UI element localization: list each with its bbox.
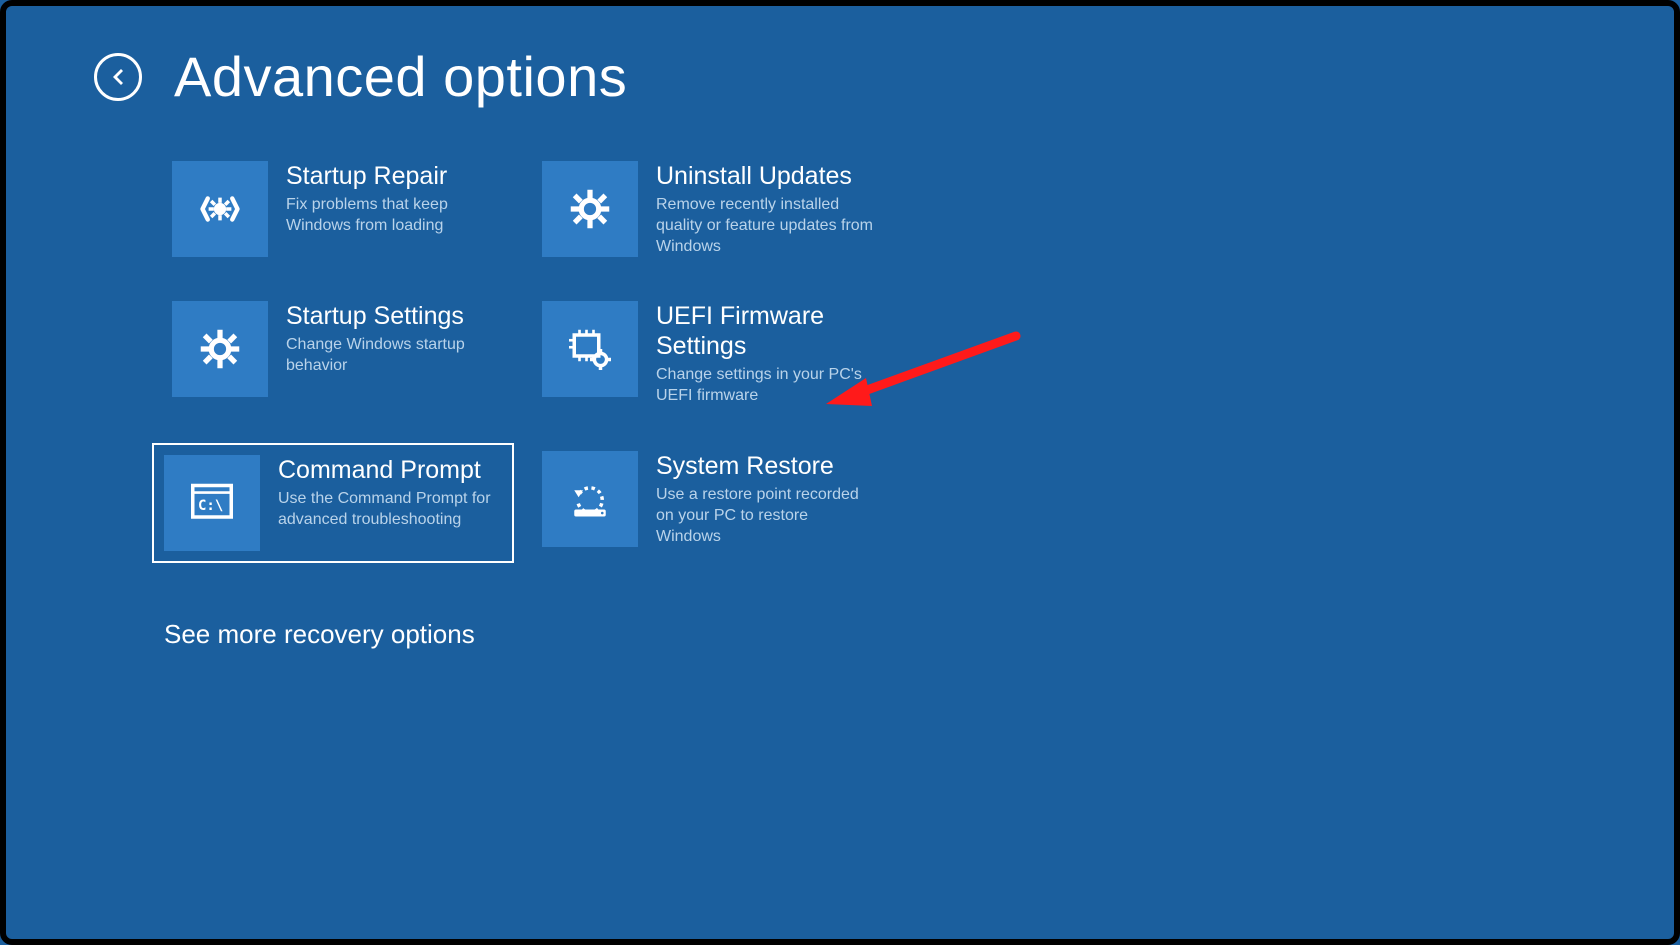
- tile-title: Uninstall Updates: [656, 161, 876, 191]
- back-button[interactable]: [94, 53, 142, 101]
- tile-desc: Change settings in your PC's UEFI firmwa…: [656, 365, 876, 407]
- svg-text:C:\: C:\: [198, 498, 223, 514]
- tile-desc: Change Windows startup behavior: [286, 335, 506, 377]
- option-command-prompt[interactable]: C:\ Command Prompt Use the Command Promp…: [152, 443, 514, 563]
- tile-title: Command Prompt: [278, 455, 498, 485]
- gear-icon: [172, 301, 268, 397]
- tile-desc: Use the Command Prompt for advanced trou…: [278, 489, 498, 531]
- options-grid: Startup Repair Fix problems that keep Wi…: [164, 153, 1674, 563]
- tile-text: Startup Repair Fix problems that keep Wi…: [286, 161, 506, 237]
- system-restore-icon: [542, 451, 638, 547]
- options-area: Startup Repair Fix problems that keep Wi…: [6, 109, 1674, 650]
- chip-gear-icon: [542, 301, 638, 397]
- page-title: Advanced options: [174, 44, 627, 109]
- option-startup-settings[interactable]: Startup Settings Change Windows startup …: [164, 293, 514, 415]
- tile-title: Startup Repair: [286, 161, 506, 191]
- header: Advanced options: [6, 6, 1674, 109]
- option-uninstall-updates[interactable]: Uninstall Updates Remove recently instal…: [534, 153, 884, 265]
- tile-text: System Restore Use a restore point recor…: [656, 451, 876, 547]
- gear-icon: [542, 161, 638, 257]
- tile-title: UEFI Firmware Settings: [656, 301, 876, 361]
- tile-text: Command Prompt Use the Command Prompt fo…: [278, 455, 498, 531]
- arrow-left-icon: [106, 65, 130, 89]
- option-startup-repair[interactable]: Startup Repair Fix problems that keep Wi…: [164, 153, 514, 265]
- option-uefi-firmware[interactable]: UEFI Firmware Settings Change settings i…: [534, 293, 884, 415]
- see-more-recovery-options[interactable]: See more recovery options: [164, 619, 1674, 650]
- tile-desc: Use a restore point recorded on your PC …: [656, 485, 876, 547]
- tile-text: Startup Settings Change Windows startup …: [286, 301, 506, 377]
- command-prompt-icon: C:\: [164, 455, 260, 551]
- option-system-restore[interactable]: System Restore Use a restore point recor…: [534, 443, 884, 563]
- tile-title: System Restore: [656, 451, 876, 481]
- tile-desc: Remove recently installed quality or fea…: [656, 195, 876, 257]
- tile-desc: Fix problems that keep Windows from load…: [286, 195, 506, 237]
- tile-text: UEFI Firmware Settings Change settings i…: [656, 301, 876, 407]
- tile-text: Uninstall Updates Remove recently instal…: [656, 161, 876, 257]
- startup-repair-icon: [172, 161, 268, 257]
- tile-title: Startup Settings: [286, 301, 506, 331]
